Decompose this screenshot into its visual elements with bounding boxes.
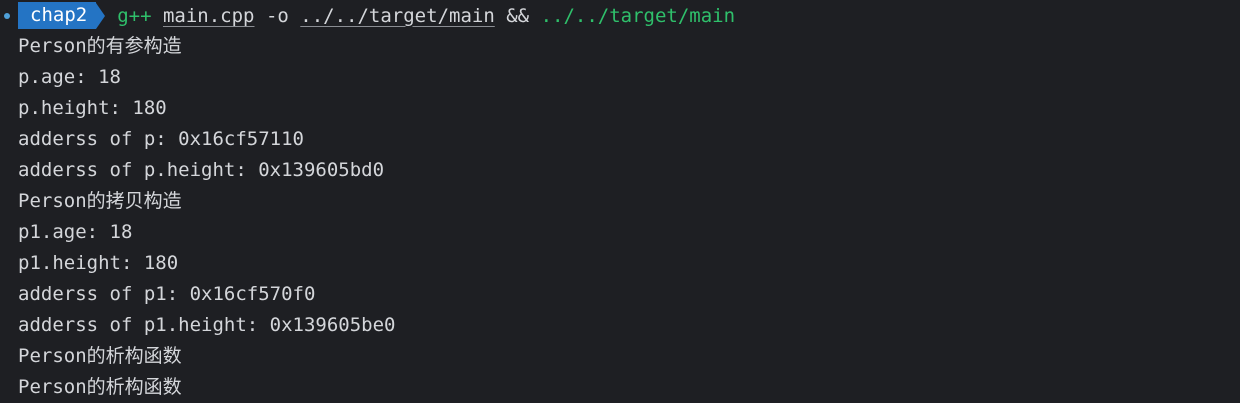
output-line: p.height: 180 [18, 97, 167, 119]
prompt-line: chap2 g++ main.cpp -o ../../target/main … [0, 0, 1240, 31]
source-file-arg[interactable]: main.cpp [163, 5, 255, 27]
output-line: adderss of p: 0x16cf57110 [18, 128, 304, 150]
output-flag: -o [265, 4, 289, 27]
output-line: Person的拷贝构造 [18, 190, 182, 212]
output-line: adderss of p1: 0x16cf570f0 [18, 283, 316, 305]
output-line: Person的析构函数 [18, 376, 182, 398]
output-line: adderss of p1.height: 0x139605be0 [18, 314, 396, 336]
directory-badge: chap2 [18, 2, 97, 29]
output-line: p1.height: 180 [18, 252, 179, 274]
powerline-arrow-icon [96, 2, 106, 29]
output-line: Person的析构函数 [18, 345, 182, 367]
output-path-arg[interactable]: ../../target/main [300, 5, 494, 27]
output-line: p.age: 18 [18, 66, 121, 88]
program-output: Person的有参构造 p.age: 18 p.height: 180 adde… [18, 31, 396, 403]
command-name: g++ [117, 4, 152, 27]
terminal-window[interactable]: chap2 g++ main.cpp -o ../../target/main … [0, 0, 1240, 403]
output-line: p1.age: 18 [18, 221, 133, 243]
and-operator: && [506, 4, 530, 27]
status-dot-icon [4, 12, 10, 19]
run-path: ../../target/main [540, 4, 736, 27]
output-line: adderss of p.height: 0x139605bd0 [18, 159, 385, 181]
output-line: Person的有参构造 [18, 35, 182, 57]
